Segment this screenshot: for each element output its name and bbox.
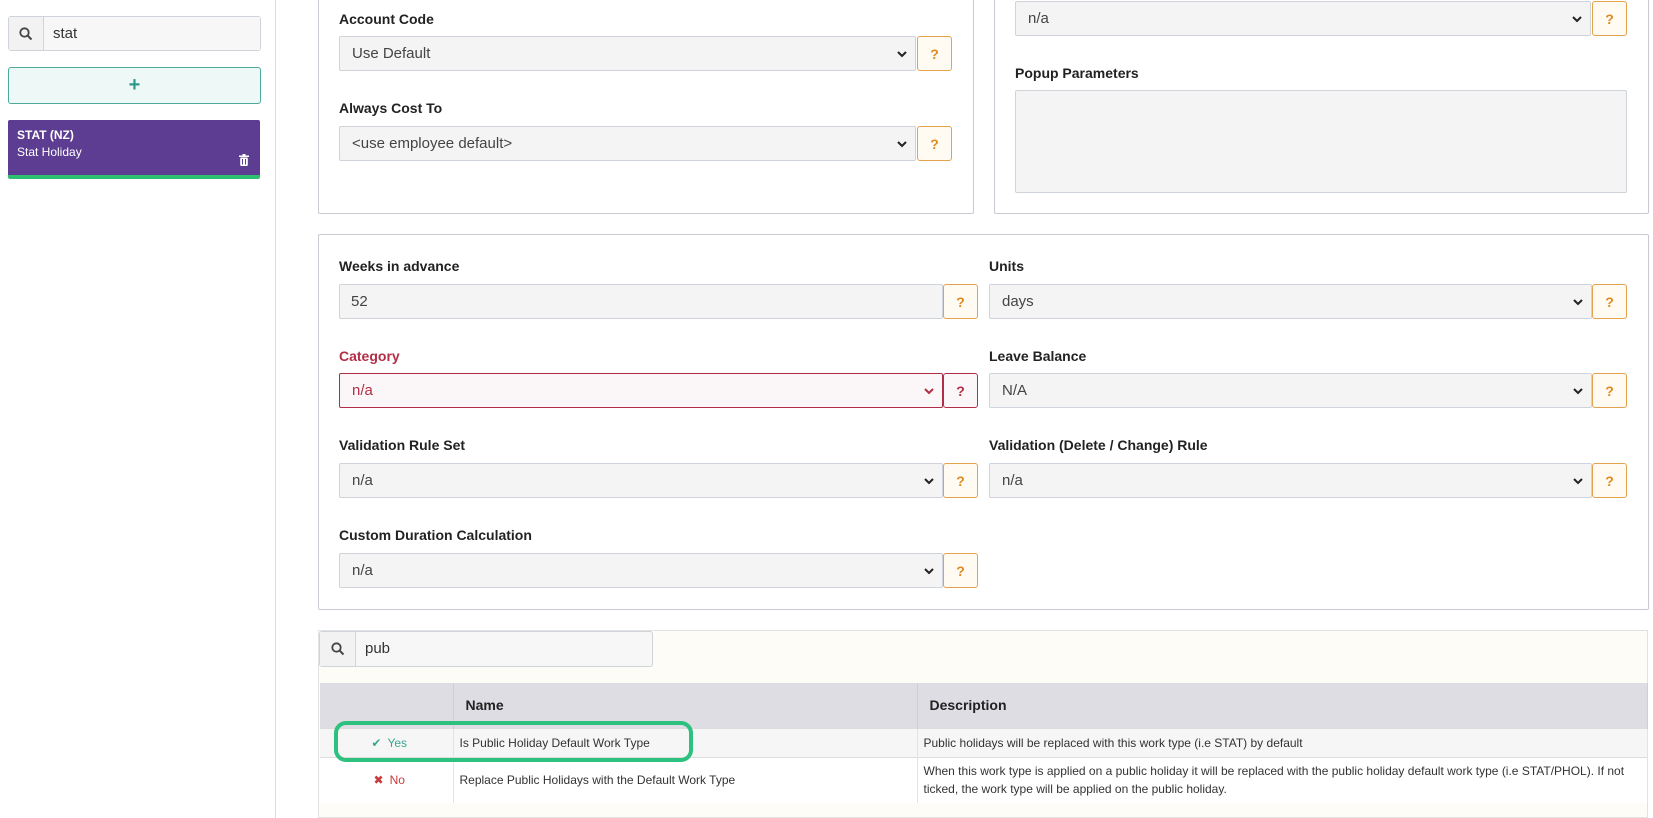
work-type-name: Stat Holiday xyxy=(17,145,82,159)
search-icon xyxy=(9,17,44,50)
always-cost-to-value: <use employee default> xyxy=(352,135,513,152)
cross-icon: ✖ xyxy=(373,773,384,788)
custom-duration-label: Custom Duration Calculation xyxy=(339,527,532,543)
category-value: n/a xyxy=(352,382,373,399)
popup-parameters-textarea[interactable] xyxy=(1015,90,1627,193)
leave-balance-value: N/A xyxy=(1002,382,1028,399)
sidebar: stat + STAT (NZ) Stat Holiday xyxy=(0,0,276,818)
validation-rule-set-label: Validation Rule Set xyxy=(339,437,466,453)
chevron-down-icon xyxy=(1573,478,1583,485)
column-header-name[interactable]: Name xyxy=(453,683,918,728)
table-row[interactable]: ✔ Yes Is Public Holiday Default Work Type… xyxy=(320,727,1648,757)
account-code-select[interactable]: Use Default xyxy=(339,36,916,71)
weeks-in-advance-input[interactable]: 52 xyxy=(339,284,943,319)
description-cell: When this work type is applied on a publ… xyxy=(917,756,1648,803)
leave-balance-label: Leave Balance xyxy=(989,348,1087,364)
chevron-down-icon xyxy=(1573,388,1583,395)
custom-duration-help-button[interactable]: ? xyxy=(943,553,978,588)
validation-delete-change-label: Validation (Delete / Change) Rule xyxy=(989,437,1208,453)
chevron-down-icon xyxy=(1572,16,1582,23)
sidebar-search-input[interactable]: stat xyxy=(44,17,260,50)
sidebar-search[interactable]: stat xyxy=(8,16,261,51)
flags-grid: pub Name Description ✔ Yes Is Public Holi… xyxy=(318,630,1648,818)
validation-rule-set-help-button[interactable]: ? xyxy=(943,463,978,498)
units-select[interactable]: days xyxy=(989,284,1592,319)
weeks-in-advance-help-button[interactable]: ? xyxy=(943,284,978,319)
popup-parameters-label: Popup Parameters xyxy=(1015,65,1139,81)
trash-icon[interactable] xyxy=(239,154,249,166)
validation-delete-change-value: n/a xyxy=(1002,472,1023,489)
chevron-down-icon xyxy=(924,568,934,575)
custom-duration-value: n/a xyxy=(352,562,373,579)
top-right-select-value: n/a xyxy=(1028,10,1049,27)
chevron-down-icon xyxy=(1573,299,1583,306)
units-value: days xyxy=(1002,293,1034,310)
work-type-code: STAT (NZ) xyxy=(17,128,74,142)
description-cell: Public holidays will be replaced with th… xyxy=(917,727,1648,757)
leave-balance-help-button[interactable]: ? xyxy=(1592,373,1627,408)
category-select[interactable]: n/a xyxy=(339,373,943,408)
column-header-description[interactable]: Description xyxy=(917,683,1648,728)
column-header-flag[interactable] xyxy=(320,683,454,728)
validation-delete-change-help-button[interactable]: ? xyxy=(1592,463,1627,498)
units-label: Units xyxy=(989,258,1024,274)
flag-value: No xyxy=(389,773,405,788)
validation-rule-set-value: n/a xyxy=(352,472,373,489)
category-label: Category xyxy=(339,348,400,364)
work-type-card[interactable]: STAT (NZ) Stat Holiday xyxy=(8,120,260,179)
weeks-in-advance-label: Weeks in advance xyxy=(339,258,460,274)
top-right-help-button[interactable]: ? xyxy=(1592,1,1627,36)
chevron-down-icon xyxy=(924,388,934,395)
validation-rule-set-select[interactable]: n/a xyxy=(339,463,943,498)
always-cost-to-label: Always Cost To xyxy=(339,100,443,116)
table-row[interactable]: ✖ No Replace Public Holidays with the Def… xyxy=(320,756,1648,803)
search-icon xyxy=(320,632,356,666)
always-cost-to-select[interactable]: <use employee default> xyxy=(339,126,916,161)
flag-value: Yes xyxy=(387,735,408,750)
name-cell: Is Public Holiday Default Work Type xyxy=(453,727,918,757)
name-cell: Replace Public Holidays with the Default… xyxy=(453,756,918,803)
flag-cell-no[interactable]: ✖ No xyxy=(320,756,454,803)
flag-cell-yes[interactable]: ✔ Yes xyxy=(320,727,454,757)
account-code-help-button[interactable]: ? xyxy=(917,36,952,71)
account-code-value: Use Default xyxy=(352,45,431,62)
chevron-down-icon xyxy=(897,51,907,58)
account-code-label: Account Code xyxy=(339,11,434,27)
chevron-down-icon xyxy=(897,141,907,148)
leave-balance-select[interactable]: N/A xyxy=(989,373,1592,408)
grid-search-input[interactable]: pub xyxy=(356,632,652,666)
flags-table: Name Description ✔ Yes Is Public Holiday … xyxy=(320,683,1648,803)
top-right-select[interactable]: n/a xyxy=(1015,1,1591,36)
grid-search[interactable]: pub xyxy=(319,631,653,667)
add-button[interactable]: + xyxy=(8,67,261,104)
validation-delete-change-select[interactable]: n/a xyxy=(989,463,1592,498)
units-help-button[interactable]: ? xyxy=(1592,284,1627,319)
chevron-down-icon xyxy=(924,478,934,485)
always-cost-to-help-button[interactable]: ? xyxy=(917,126,952,161)
custom-duration-select[interactable]: n/a xyxy=(339,553,943,588)
check-icon: ✔ xyxy=(371,735,382,750)
category-help-button[interactable]: ? xyxy=(943,373,978,408)
